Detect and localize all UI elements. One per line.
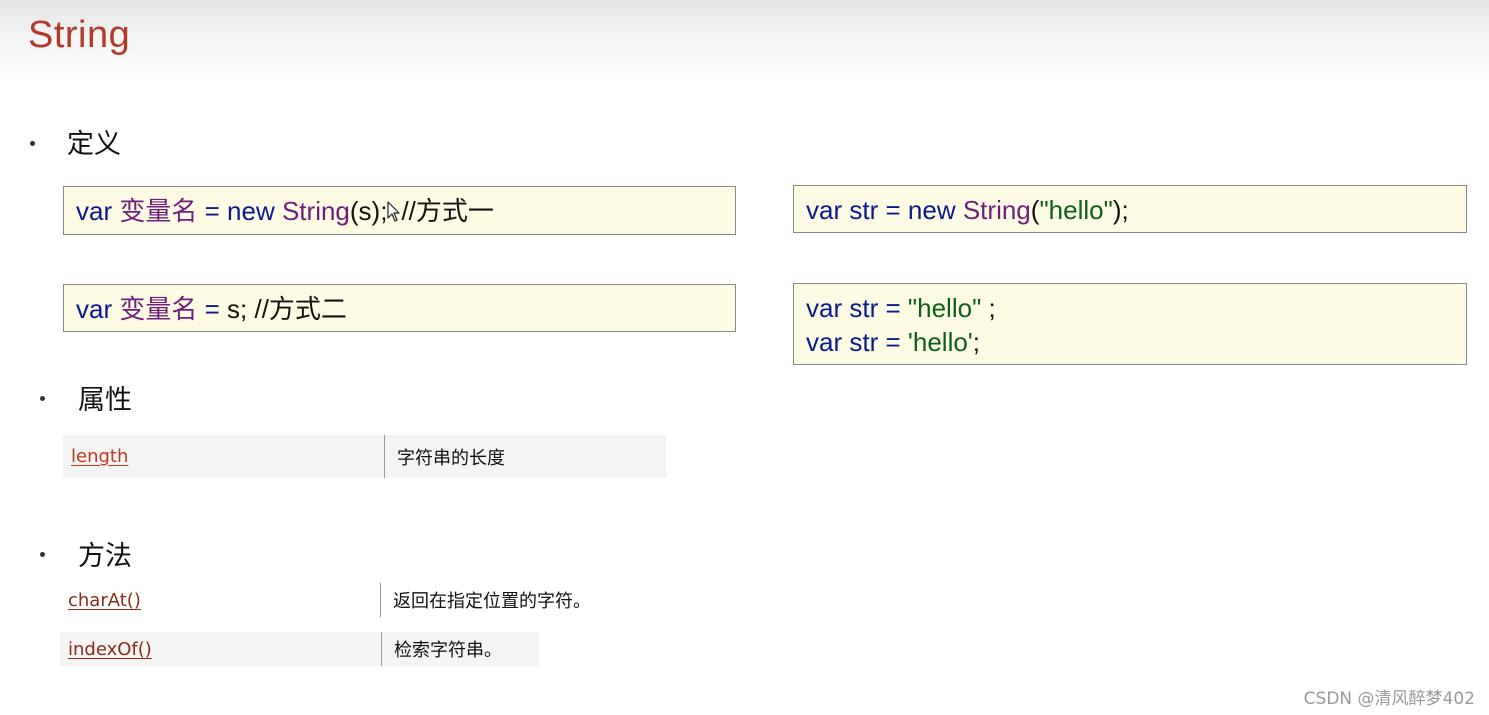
bullet-methods xyxy=(40,552,45,557)
method-description: 检索字符串。 xyxy=(394,640,502,661)
bullet-definition xyxy=(30,141,35,146)
section-heading-methods: 方法 xyxy=(78,541,132,572)
code-identifier: str xyxy=(849,195,879,225)
code-keyword: var xyxy=(806,327,843,357)
code-keyword: var xyxy=(806,195,843,225)
bullet-properties xyxy=(40,396,45,401)
table-row: indexOf() 检索字符串。 xyxy=(60,632,539,666)
watermark: CSDN @清风醉梦402 xyxy=(1303,689,1475,709)
code-class-name: String xyxy=(281,196,350,226)
slide-title: String xyxy=(28,14,131,56)
code-keyword: var xyxy=(76,294,113,324)
property-description: 字符串的长度 xyxy=(397,447,505,469)
code-keyword: var xyxy=(806,293,843,323)
mouse-pointer-icon xyxy=(387,201,401,223)
code-string-literal: "hello" xyxy=(1039,195,1113,225)
method-name-link[interactable]: indexOf() xyxy=(60,632,381,666)
code-arguments: (s); xyxy=(349,196,388,226)
code-paren-close: ); xyxy=(1112,195,1129,225)
code-variable-name: 变量名 xyxy=(119,196,198,226)
code-variable-name: 变量名 xyxy=(119,294,198,324)
code-box-way-one: var 变量名 = new String(s); //方式一 xyxy=(63,186,736,235)
section-heading-definition: 定义 xyxy=(67,129,121,160)
code-identifier: str xyxy=(849,293,879,323)
section-heading-properties: 属性 xyxy=(78,385,132,416)
table-row: charAt() 返回在指定位置的字符。 xyxy=(60,583,620,617)
code-identifier: str xyxy=(849,327,879,357)
method-name-link[interactable]: charAt() xyxy=(60,583,380,617)
code-semicolon: ; xyxy=(972,327,981,357)
code-operator: = xyxy=(204,196,220,226)
table-row: length 字符串的长度 xyxy=(63,435,666,478)
code-string-literal: "hello" xyxy=(907,293,982,323)
property-name-link[interactable]: length xyxy=(63,435,384,478)
code-line: var str = 'hello'; xyxy=(806,325,1454,359)
code-keyword: var xyxy=(76,196,113,226)
code-comment: //方式一 xyxy=(401,196,494,226)
code-box-example-literals: var str = "hello" ; var str = 'hello'; xyxy=(793,283,1467,365)
code-keyword-new: new xyxy=(227,196,275,226)
code-operator: = xyxy=(204,294,220,324)
code-operator: = xyxy=(885,293,901,323)
code-operator: = xyxy=(885,195,901,225)
code-box-way-two: var 变量名 = s; //方式二 xyxy=(63,284,736,332)
code-keyword-new: new xyxy=(907,195,956,225)
code-box-example-new-string: var str = new String("hello"); xyxy=(793,185,1467,233)
title-band xyxy=(0,0,1489,82)
code-string-literal: 'hello' xyxy=(907,327,973,357)
code-line: var str = "hello" ; xyxy=(806,291,1454,325)
method-description: 返回在指定位置的字符。 xyxy=(393,591,591,612)
code-semicolon: ; xyxy=(988,293,996,323)
code-rest: s; //方式二 xyxy=(227,294,347,324)
code-operator: = xyxy=(885,327,901,357)
code-class-name: String xyxy=(962,195,1031,225)
